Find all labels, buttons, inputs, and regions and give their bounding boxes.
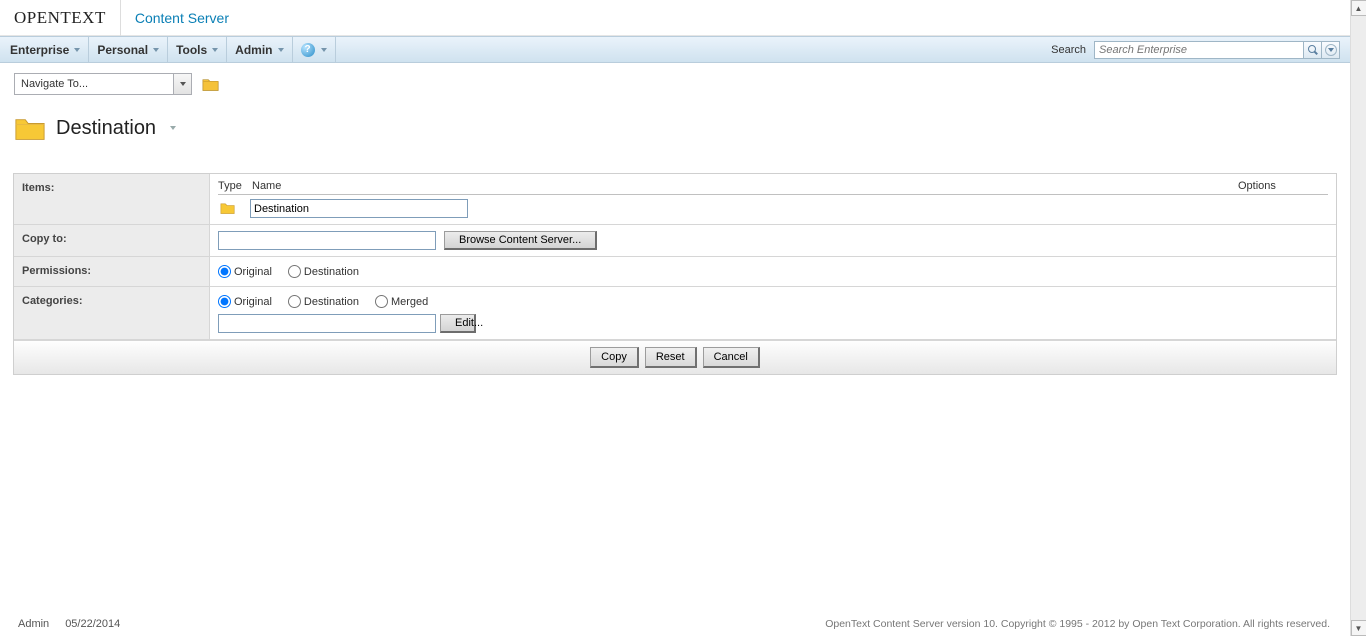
footer: Admin 05/22/2014 OpenText Content Server…: [0, 612, 1350, 636]
search-advanced-button[interactable]: [1322, 41, 1340, 59]
navigate-select-label: Navigate To...: [21, 78, 88, 90]
row-permissions-label: Permissions:: [14, 257, 210, 286]
row-items: Items: Type Name Options: [14, 174, 1336, 225]
navigate-select[interactable]: Navigate To...: [14, 73, 192, 95]
radio-input[interactable]: [375, 295, 388, 308]
categories-input[interactable]: [218, 314, 436, 333]
search-label: Search: [1051, 44, 1086, 56]
search-icon: [1308, 45, 1318, 55]
scroll-down-button[interactable]: ▼: [1351, 620, 1366, 636]
radio-input[interactable]: [288, 265, 301, 278]
chevron-down-icon: [153, 48, 159, 52]
cat-merged-radio[interactable]: Merged: [375, 295, 428, 308]
menu-label: Admin: [235, 43, 272, 57]
radio-label: Destination: [304, 296, 359, 308]
menu-label: Enterprise: [10, 43, 69, 57]
menu-help[interactable]: ?: [293, 37, 336, 62]
brand-company: OPENTEXT: [14, 8, 106, 27]
chevron-down-icon: [278, 48, 284, 52]
window-scrollbar[interactable]: ▲ ▼: [1350, 0, 1366, 636]
item-row: [218, 195, 1328, 218]
navigate-bar: Navigate To...: [0, 63, 1350, 95]
folder-icon: [14, 115, 46, 141]
chevron-down-icon: [180, 82, 186, 86]
item-name-input[interactable]: [250, 199, 468, 218]
cat-destination-radio[interactable]: Destination: [288, 295, 359, 308]
radio-label: Merged: [391, 296, 428, 308]
chevron-down-circle-icon: [1325, 44, 1337, 56]
brand-app-link[interactable]: Content Server: [121, 10, 229, 26]
radio-label: Original: [234, 296, 272, 308]
row-copy-to: Copy to: Browse Content Server...: [14, 225, 1336, 257]
menu-label: Tools: [176, 43, 207, 57]
chevron-down-icon: [212, 48, 218, 52]
col-options: Options: [1238, 180, 1328, 192]
navigate-select-button[interactable]: [173, 74, 191, 94]
perm-destination-radio[interactable]: Destination: [288, 265, 359, 278]
search-button[interactable]: [1304, 41, 1322, 59]
items-header: Type Name Options: [218, 180, 1328, 195]
row-categories: Categories: Original Destination Merged …: [14, 287, 1336, 340]
actions-bar: Copy Reset Cancel: [14, 340, 1336, 374]
col-name: Name: [252, 180, 1238, 192]
menu-admin[interactable]: Admin: [227, 37, 292, 62]
search-input[interactable]: [1094, 41, 1304, 59]
row-permissions: Permissions: Original Destination: [14, 257, 1336, 287]
radio-input[interactable]: [288, 295, 301, 308]
row-categories-label: Categories:: [14, 287, 210, 339]
page-title: Destination: [56, 117, 156, 140]
cancel-button[interactable]: Cancel: [703, 347, 760, 368]
col-type: Type: [218, 180, 252, 192]
radio-label: Original: [234, 266, 272, 278]
menu-tools[interactable]: Tools: [168, 37, 227, 62]
search-box: [1094, 41, 1340, 59]
copy-button[interactable]: Copy: [590, 347, 639, 368]
help-icon: ?: [301, 43, 315, 57]
brand-logo: OPENTEXT: [0, 0, 121, 36]
copy-to-input[interactable]: [218, 231, 436, 250]
reset-button[interactable]: Reset: [645, 347, 697, 368]
perm-original-radio[interactable]: Original: [218, 265, 272, 278]
chevron-down-icon: [321, 48, 327, 52]
footer-copyright: OpenText Content Server version 10. Copy…: [825, 618, 1330, 630]
edit-button[interactable]: Edit...: [440, 314, 476, 333]
row-copy-to-label: Copy to:: [14, 225, 210, 256]
cat-original-radio[interactable]: Original: [218, 295, 272, 308]
row-items-label: Items:: [14, 174, 210, 224]
radio-input[interactable]: [218, 295, 231, 308]
page-title-row: Destination: [0, 95, 1350, 149]
menu-label: Personal: [97, 43, 148, 57]
footer-date: 05/22/2014: [65, 618, 120, 630]
folder-up-icon[interactable]: [202, 77, 220, 92]
footer-user: Admin: [18, 618, 49, 630]
chevron-down-icon: [74, 48, 80, 52]
radio-label: Destination: [304, 266, 359, 278]
menu-personal[interactable]: Personal: [89, 37, 168, 62]
main-menubar: Enterprise Personal Tools Admin ? Search: [0, 36, 1350, 63]
brand-header: OPENTEXT Content Server: [0, 0, 1350, 36]
menu-enterprise[interactable]: Enterprise: [10, 37, 89, 62]
copy-form: Items: Type Name Options: [13, 173, 1337, 375]
folder-icon: [220, 202, 236, 215]
browse-button[interactable]: Browse Content Server...: [444, 231, 597, 250]
scroll-up-button[interactable]: ▲: [1351, 0, 1366, 16]
radio-input[interactable]: [218, 265, 231, 278]
chevron-down-icon[interactable]: [170, 126, 176, 130]
